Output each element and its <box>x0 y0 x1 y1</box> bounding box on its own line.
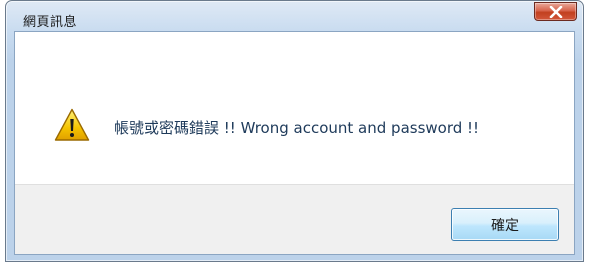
window-title: 網頁訊息 <box>23 15 78 30</box>
dialog-body: 帳號或密碼錯誤 !! Wrong account and password !!… <box>14 31 575 255</box>
title-bar[interactable]: 網頁訊息 <box>6 1 583 33</box>
warning-triangle-icon <box>54 108 90 141</box>
close-x-icon <box>549 5 562 18</box>
close-button[interactable] <box>534 2 577 21</box>
error-message: 帳號或密碼錯誤 !! Wrong account and password !! <box>114 119 480 137</box>
ok-button[interactable]: 確定 <box>451 208 559 241</box>
message-area: 帳號或密碼錯誤 !! Wrong account and password !! <box>15 32 574 184</box>
dialog-window: 網頁訊息 帳號或密碼錯誤 !! Wrong account and passwo… <box>5 0 584 262</box>
button-bar: 確定 <box>15 184 574 254</box>
